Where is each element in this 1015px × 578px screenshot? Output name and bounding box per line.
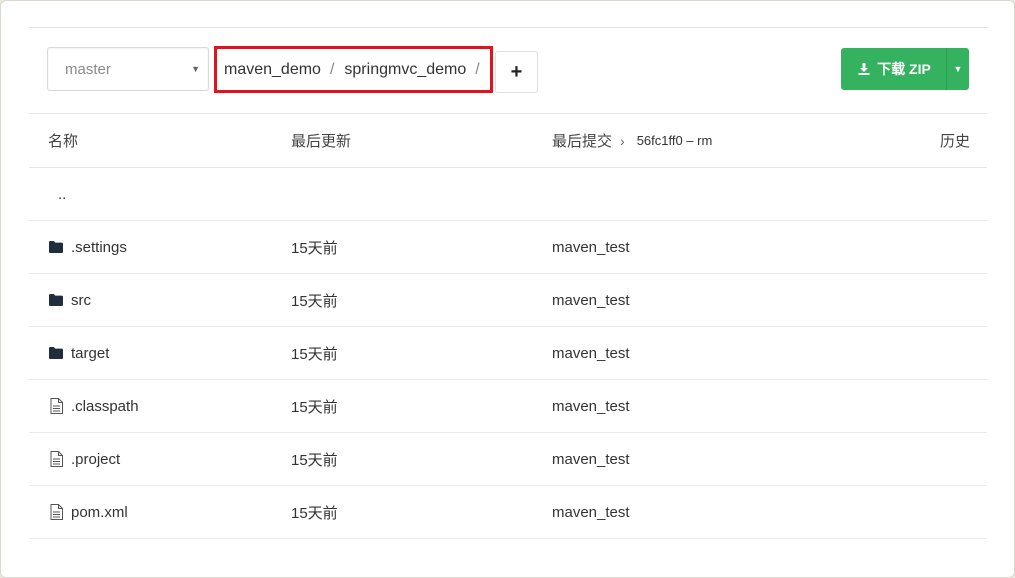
row-updated: 15天前 <box>291 398 338 416</box>
last-commit-hash-link[interactable]: 56fc1ff0 – rm <box>637 133 713 148</box>
file-icon <box>48 451 64 467</box>
column-header-updated: 最后更新 <box>291 133 352 150</box>
column-header-name: 名称 <box>48 133 79 150</box>
add-file-button[interactable]: + <box>495 51 538 93</box>
row-updated: 15天前 <box>291 239 338 257</box>
folder-icon <box>48 345 64 361</box>
chevron-right-icon: › <box>620 132 625 149</box>
breadcrumb-item-springmvc-demo[interactable]: springmvc_demo <box>344 61 466 79</box>
file-name-link[interactable]: .project <box>71 451 120 468</box>
divider <box>29 27 989 28</box>
download-options-toggle[interactable]: ▼ <box>946 48 969 90</box>
table-row-parent[interactable]: .. <box>29 168 987 221</box>
file-name-link[interactable]: .settings <box>71 239 127 256</box>
row-updated: 15天前 <box>291 451 338 469</box>
file-name-link[interactable]: src <box>71 292 91 309</box>
file-name-link[interactable]: pom.xml <box>71 504 128 521</box>
row-name-cell: .settings <box>48 221 127 273</box>
file-table: 名称 最后更新 最后提交 › 56fc1ff0 – rm 历史 .. .sett… <box>29 113 987 539</box>
column-header-last-commit: 最后提交 › 56fc1ff0 – rm <box>552 114 712 167</box>
table-row[interactable]: .project 15天前 maven_test <box>29 433 987 486</box>
table-row[interactable]: .classpath 15天前 maven_test <box>29 380 987 433</box>
file-icon <box>48 504 64 520</box>
history-link[interactable]: 历史 <box>940 114 970 167</box>
row-commit-message[interactable]: maven_test <box>552 274 630 326</box>
download-zip-button[interactable]: 下载 ZIP <box>841 48 946 90</box>
breadcrumb-separator: / <box>329 60 335 78</box>
breadcrumb: maven_demo / springmvc_demo / <box>214 46 493 93</box>
row-name-cell: target <box>48 327 109 379</box>
repository-panel: master ▼ maven_demo / springmvc_demo / +… <box>0 0 1015 578</box>
row-name-cell: pom.xml <box>48 486 128 538</box>
table-row[interactable]: pom.xml 15天前 maven_test <box>29 486 987 539</box>
folder-icon <box>48 239 64 255</box>
download-group: 下载 ZIP ▼ <box>841 48 969 90</box>
table-row[interactable]: src 15天前 maven_test <box>29 274 987 327</box>
last-commit-label: 最后提交 <box>552 133 613 150</box>
row-commit-message[interactable]: maven_test <box>552 433 630 485</box>
branch-select-value: master <box>65 60 111 78</box>
row-commit-message[interactable]: maven_test <box>552 221 630 273</box>
row-name-cell: src <box>48 274 91 326</box>
row-commit-message[interactable]: maven_test <box>552 327 630 379</box>
breadcrumb-separator: / <box>475 60 480 78</box>
table-row[interactable]: target 15天前 maven_test <box>29 327 987 380</box>
parent-directory-link[interactable]: .. <box>58 168 66 220</box>
caret-down-icon: ▼ <box>953 64 963 74</box>
table-header: 名称 最后更新 最后提交 › 56fc1ff0 – rm 历史 <box>29 113 987 168</box>
file-name-link[interactable]: .classpath <box>71 398 139 415</box>
folder-icon <box>48 292 64 308</box>
row-commit-message[interactable]: maven_test <box>552 486 630 538</box>
row-updated: 15天前 <box>291 504 338 522</box>
table-row[interactable]: .settings 15天前 maven_test <box>29 221 987 274</box>
plus-icon: + <box>510 60 523 83</box>
file-name-link[interactable]: target <box>71 345 109 362</box>
row-updated: 15天前 <box>291 292 338 310</box>
caret-down-icon: ▼ <box>191 64 200 74</box>
row-name-cell: .project <box>48 433 120 485</box>
row-name-cell: .classpath <box>48 380 139 432</box>
breadcrumb-item-maven-demo[interactable]: maven_demo <box>224 61 321 79</box>
file-icon <box>48 398 64 414</box>
row-commit-message[interactable]: maven_test <box>552 380 630 432</box>
download-zip-label: 下载 ZIP <box>877 61 931 77</box>
row-updated: 15天前 <box>291 345 338 363</box>
download-icon <box>856 61 872 77</box>
branch-select[interactable]: master ▼ <box>47 47 209 91</box>
